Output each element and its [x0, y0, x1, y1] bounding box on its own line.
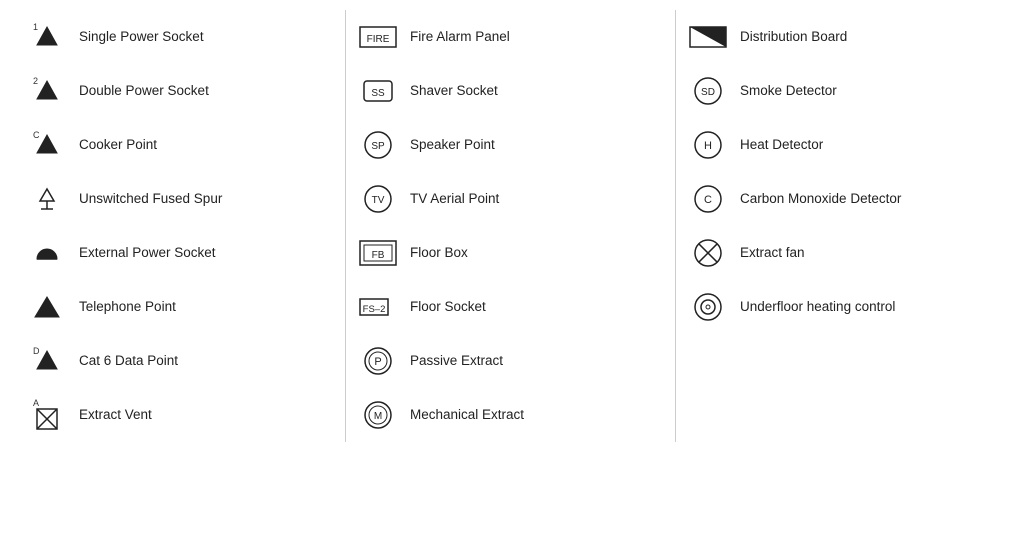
extract-fan-symbol — [684, 235, 732, 271]
speaker-point-label: Speaker Point — [410, 136, 495, 154]
svg-text:D: D — [33, 346, 40, 356]
smoke-detector-label: Smoke Detector — [740, 82, 837, 100]
cat6-data-point-label: Cat 6 Data Point — [79, 352, 178, 370]
extract-vent-label: Extract Vent — [79, 406, 152, 424]
svg-text:C: C — [33, 130, 40, 140]
svg-text:SD: SD — [701, 87, 715, 98]
floor-box-symbol: FB — [354, 235, 402, 271]
svg-text:C: C — [704, 194, 712, 206]
tv-aerial-point-symbol: TV — [354, 181, 402, 217]
svg-text:SP: SP — [371, 141, 385, 152]
unswitched-fused-spur-symbol — [23, 179, 71, 219]
cooker-point-item: C Cooker Point — [15, 118, 345, 172]
speaker-point-item: SP Speaker Point — [346, 118, 675, 172]
heat-detector-label: Heat Detector — [740, 136, 823, 154]
legend-column-3: Distribution Board SD Smoke Detector H H… — [675, 10, 1018, 442]
telephone-point-symbol — [23, 289, 71, 325]
telephone-point-label: Telephone Point — [79, 298, 176, 316]
mechanical-extract-item: M Mechanical Extract — [346, 388, 675, 442]
underfloor-heating-symbol — [684, 289, 732, 325]
svg-text:TV: TV — [372, 195, 385, 206]
unswitched-fused-spur-item: Unswitched Fused Spur — [15, 172, 345, 226]
smoke-detector-item: SD Smoke Detector — [676, 64, 1018, 118]
distribution-board-symbol — [684, 19, 732, 55]
svg-text:1: 1 — [33, 22, 38, 32]
external-power-socket-label: External Power Socket — [79, 244, 216, 262]
heat-detector-symbol: H — [684, 127, 732, 163]
extract-vent-item: A Extract Vent — [15, 388, 345, 442]
passive-extract-item: P Passive Extract — [346, 334, 675, 388]
smoke-detector-symbol: SD — [684, 73, 732, 109]
double-power-socket-label: Double Power Socket — [79, 82, 209, 100]
extract-fan-label: Extract fan — [740, 244, 805, 262]
floor-socket-item: FS–2 Floor Socket — [346, 280, 675, 334]
extract-vent-symbol: A — [23, 395, 71, 435]
double-power-socket-symbol: 2 — [23, 73, 71, 109]
underfloor-heating-label: Underfloor heating control — [740, 298, 895, 316]
single-power-socket-label: Single Power Socket — [79, 28, 204, 46]
svg-text:A: A — [33, 398, 39, 408]
fire-alarm-panel-item: FIRE Fire Alarm Panel — [346, 10, 675, 64]
cooker-point-symbol: C — [23, 127, 71, 163]
floor-socket-symbol: FS–2 — [354, 289, 402, 325]
legend-column-2: FIRE Fire Alarm Panel SS Shaver Socket S… — [345, 10, 675, 442]
shaver-socket-symbol: SS — [354, 73, 402, 109]
tv-aerial-point-item: TV TV Aerial Point — [346, 172, 675, 226]
svg-text:FIRE: FIRE — [367, 34, 390, 45]
co-detector-symbol: C — [684, 181, 732, 217]
svg-text:FB: FB — [372, 250, 385, 261]
mechanical-extract-symbol: M — [354, 397, 402, 433]
svg-text:SS: SS — [371, 88, 385, 99]
svg-text:2: 2 — [33, 76, 38, 86]
legend-container: 1 Single Power Socket 2 Double Power Soc… — [15, 10, 1003, 442]
fire-alarm-panel-label: Fire Alarm Panel — [410, 28, 510, 46]
external-power-socket-symbol — [23, 235, 71, 271]
co-detector-label: Carbon Monoxide Detector — [740, 190, 901, 208]
single-power-socket-item: 1 Single Power Socket — [15, 10, 345, 64]
external-power-socket-item: External Power Socket — [15, 226, 345, 280]
distribution-board-label: Distribution Board — [740, 28, 847, 46]
legend-column-1: 1 Single Power Socket 2 Double Power Soc… — [15, 10, 345, 442]
shaver-socket-label: Shaver Socket — [410, 82, 498, 100]
telephone-point-item: Telephone Point — [15, 280, 345, 334]
tv-aerial-point-label: TV Aerial Point — [410, 190, 499, 208]
svg-text:P: P — [374, 356, 381, 368]
distribution-board-item: Distribution Board — [676, 10, 1018, 64]
cooker-point-label: Cooker Point — [79, 136, 157, 154]
extract-fan-item: Extract fan — [676, 226, 1018, 280]
double-power-socket-item: 2 Double Power Socket — [15, 64, 345, 118]
svg-text:M: M — [374, 411, 382, 422]
fire-alarm-panel-symbol: FIRE — [354, 19, 402, 55]
speaker-point-symbol: SP — [354, 127, 402, 163]
svg-text:H: H — [704, 140, 712, 152]
mechanical-extract-label: Mechanical Extract — [410, 406, 524, 424]
cat6-data-point-item: D Cat 6 Data Point — [15, 334, 345, 388]
floor-box-label: Floor Box — [410, 244, 468, 262]
co-detector-item: C Carbon Monoxide Detector — [676, 172, 1018, 226]
cat6-data-point-symbol: D — [23, 343, 71, 379]
underfloor-heating-item: Underfloor heating control — [676, 280, 1018, 334]
unswitched-fused-spur-label: Unswitched Fused Spur — [79, 190, 222, 208]
floor-box-item: FB Floor Box — [346, 226, 675, 280]
svg-text:FS–2: FS–2 — [363, 304, 386, 315]
floor-socket-label: Floor Socket — [410, 298, 486, 316]
passive-extract-label: Passive Extract — [410, 352, 503, 370]
passive-extract-symbol: P — [354, 343, 402, 379]
single-power-socket-symbol: 1 — [23, 19, 71, 55]
heat-detector-item: H Heat Detector — [676, 118, 1018, 172]
shaver-socket-item: SS Shaver Socket — [346, 64, 675, 118]
